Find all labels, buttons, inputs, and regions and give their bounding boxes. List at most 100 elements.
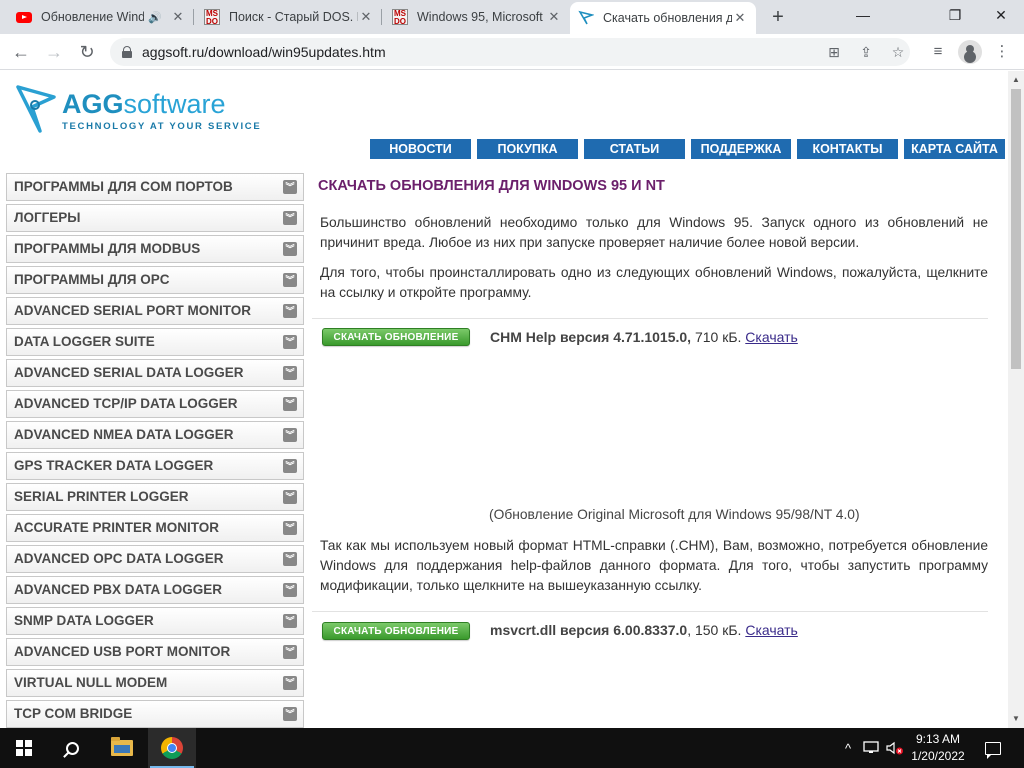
tray-chevron-icon[interactable]: ^ xyxy=(838,728,858,768)
nav-news[interactable]: НОВОСТИ xyxy=(370,139,471,159)
maximize-button[interactable]: ❐ xyxy=(932,0,978,30)
sidebar-item[interactable]: ADVANCED USB PORT MONITOR ︾ xyxy=(6,638,304,666)
close-tab-icon[interactable]: ✕ xyxy=(170,9,186,25)
chevron-down-icon[interactable]: ︾ xyxy=(283,707,297,721)
scroll-up-arrow-icon[interactable]: ▲ xyxy=(1012,75,1020,84)
sidebar-item[interactable]: ADVANCED PBX DATA LOGGER ︾ xyxy=(6,576,304,604)
bookmark-star-icon[interactable]: ☆ xyxy=(886,38,910,66)
browser-tab-aggsoft[interactable]: Скачать обновления для Windows 95 ✕ xyxy=(570,2,756,34)
file-explorer-button[interactable] xyxy=(98,728,146,768)
browser-tab-oldos-search[interactable]: MSDO Поиск - Старый DOS. Виртуальный муз… xyxy=(196,0,382,34)
chevron-down-icon[interactable]: ︾ xyxy=(283,366,297,380)
reload-icon[interactable]: ↻ xyxy=(75,40,99,64)
oldos-icon: MS DO xyxy=(204,9,220,26)
chevron-down-icon[interactable]: ︾ xyxy=(283,211,297,225)
download-link[interactable]: Скачать xyxy=(745,329,798,345)
chevron-down-icon[interactable]: ︾ xyxy=(283,180,297,194)
address-bar[interactable]: aggsoft.ru/download/win95updates.htm ⊞ ⇪… xyxy=(110,38,910,66)
sidebar-item[interactable]: ADVANCED NMEA DATA LOGGER ︾ xyxy=(6,421,304,449)
sidebar-item-label: ADVANCED OPC DATA LOGGER xyxy=(14,551,224,566)
close-tab-icon[interactable]: ✕ xyxy=(546,9,562,25)
search-icon xyxy=(65,741,79,755)
nav-sitemap[interactable]: КАРТА САЙТА xyxy=(904,139,1005,159)
minimize-button[interactable]: — xyxy=(840,0,886,30)
nav-purchase[interactable]: ПОКУПКА xyxy=(477,139,578,159)
nav-support[interactable]: ПОДДЕРЖКА xyxy=(691,139,791,159)
sidebar-item-label: TCP COM BRIDGE xyxy=(14,706,133,721)
sidebar-item[interactable]: ПРОГРАММЫ ДЛЯ MODBUS ︾ xyxy=(6,235,304,263)
new-tab-button[interactable]: + xyxy=(766,5,790,29)
system-clock[interactable]: 9:13 AM 1/20/2022 xyxy=(900,731,976,765)
translate-icon[interactable]: ⊞ xyxy=(822,38,846,66)
sidebar-item[interactable]: ПРОГРАММЫ ДЛЯ OPC ︾ xyxy=(6,266,304,294)
chevron-down-icon[interactable]: ︾ xyxy=(283,428,297,442)
chevron-down-icon[interactable]: ︾ xyxy=(283,459,297,473)
browser-tab-oldos-win95[interactable]: MS DO Windows 95, Microsoft ✕ xyxy=(384,0,570,34)
profile-avatar-icon[interactable] xyxy=(958,40,982,64)
speaker-icon[interactable]: 🔊 xyxy=(148,11,162,24)
chevron-down-icon[interactable]: ︾ xyxy=(283,273,297,287)
sidebar-item-label: ADVANCED NMEA DATA LOGGER xyxy=(14,427,234,442)
aggsoftware-logo[interactable]: AGGsoftware TECHNOLOGY AT YOUR SERVICE xyxy=(14,83,274,135)
sidebar-item[interactable]: ADVANCED OPC DATA LOGGER ︾ xyxy=(6,545,304,573)
tab-title: Поиск - Старый DOS. Виртуальный музей xyxy=(229,10,358,24)
sidebar-item[interactable]: VIRTUAL NULL MODEM ︾ xyxy=(6,669,304,697)
scrollbar-thumb[interactable] xyxy=(1011,89,1021,369)
folder-icon xyxy=(111,737,133,756)
chevron-down-icon[interactable]: ︾ xyxy=(283,521,297,535)
back-arrow-icon[interactable]: ← xyxy=(9,40,33,64)
sidebar-item[interactable]: GPS TRACKER DATA LOGGER ︾ xyxy=(6,452,304,480)
search-button[interactable] xyxy=(48,728,96,768)
download-update-button[interactable]: СКАЧАТЬ ОБНОВЛЕНИЕ xyxy=(322,328,470,346)
sidebar-item[interactable]: SNMP DATA LOGGER ︾ xyxy=(6,607,304,635)
chevron-down-icon[interactable]: ︾ xyxy=(283,676,297,690)
start-button[interactable] xyxy=(0,728,48,768)
chevron-down-icon[interactable]: ︾ xyxy=(283,645,297,659)
chevron-down-icon[interactable]: ︾ xyxy=(283,614,297,628)
chevron-down-icon[interactable]: ︾ xyxy=(283,304,297,318)
nav-contacts[interactable]: КОНТАКТЫ xyxy=(797,139,898,159)
chevron-down-icon[interactable]: ︾ xyxy=(283,583,297,597)
windows-taskbar: ^ 9:13 AM 1/20/2022 xyxy=(0,728,1024,768)
network-icon[interactable] xyxy=(860,728,882,768)
sidebar-item[interactable]: ПРОГРАММЫ ДЛЯ COM ПОРТОВ ︾ xyxy=(6,173,304,201)
download-link[interactable]: Скачать xyxy=(745,622,798,638)
sidebar-item[interactable]: ЛОГГЕРЫ ︾ xyxy=(6,204,304,232)
sidebar-item[interactable]: ADVANCED TCP/IP DATA LOGGER ︾ xyxy=(6,390,304,418)
share-icon[interactable]: ⇪ xyxy=(854,38,878,66)
sidebar-item[interactable]: SERIAL PRINTER LOGGER ︾ xyxy=(6,483,304,511)
action-center-button[interactable] xyxy=(978,728,1008,768)
tab-title: Windows 95, Microsoft xyxy=(417,10,543,24)
intro-paragraph: Большинство обновлений необходимо только… xyxy=(320,215,988,250)
chevron-down-icon[interactable]: ︾ xyxy=(283,242,297,256)
page-scrollbar[interactable]: ▲ ▼ xyxy=(1008,71,1024,728)
download-item-info: msvcrt.dll версия 6.00.8337.0, 150 кБ. С… xyxy=(490,622,798,638)
sidebar-item-label: ADVANCED SERIAL DATA LOGGER xyxy=(14,365,244,380)
browser-tab-youtube[interactable]: Обновление Windows 95 🔊 ✕ xyxy=(8,0,194,34)
sidebar-item[interactable]: TCP COM BRIDGE ︾ xyxy=(6,700,304,728)
chevron-down-icon[interactable]: ︾ xyxy=(283,335,297,349)
chrome-taskbar-button[interactable] xyxy=(148,728,196,768)
chevron-down-icon[interactable]: ︾ xyxy=(283,552,297,566)
menu-kebab-icon[interactable]: ⋮ xyxy=(990,40,1014,64)
oldos-icon: MS DO xyxy=(392,9,408,26)
url-text[interactable]: aggsoft.ru/download/win95updates.htm xyxy=(142,44,386,60)
lock-icon[interactable] xyxy=(122,46,132,58)
download-update-button[interactable]: СКАЧАТЬ ОБНОВЛЕНИЕ xyxy=(322,622,470,640)
clock-date: 1/20/2022 xyxy=(911,749,965,763)
close-tab-icon[interactable]: ✕ xyxy=(732,10,748,26)
sidebar-item[interactable]: ADVANCED SERIAL PORT MONITOR ︾ xyxy=(6,297,304,325)
chevron-down-icon[interactable]: ︾ xyxy=(283,397,297,411)
scroll-down-arrow-icon[interactable]: ▼ xyxy=(1012,714,1020,723)
sidebar-item[interactable]: ACCURATE PRINTER MONITOR ︾ xyxy=(6,514,304,542)
page-title: СКАЧАТЬ ОБНОВЛЕНИЯ ДЛЯ WINDOWS 95 И NT xyxy=(318,178,665,194)
close-window-button[interactable]: ✕ xyxy=(978,0,1024,30)
chevron-down-icon[interactable]: ︾ xyxy=(283,490,297,504)
media-control-icon[interactable]: ≡ xyxy=(926,40,950,64)
close-tab-icon[interactable]: ✕ xyxy=(358,9,374,25)
download-item-size: , 150 кБ. xyxy=(687,622,746,638)
nav-articles[interactable]: СТАТЬИ xyxy=(584,139,685,159)
forward-arrow-icon[interactable]: → xyxy=(42,40,66,64)
sidebar-item[interactable]: DATA LOGGER SUITE ︾ xyxy=(6,328,304,356)
sidebar-item[interactable]: ADVANCED SERIAL DATA LOGGER ︾ xyxy=(6,359,304,387)
